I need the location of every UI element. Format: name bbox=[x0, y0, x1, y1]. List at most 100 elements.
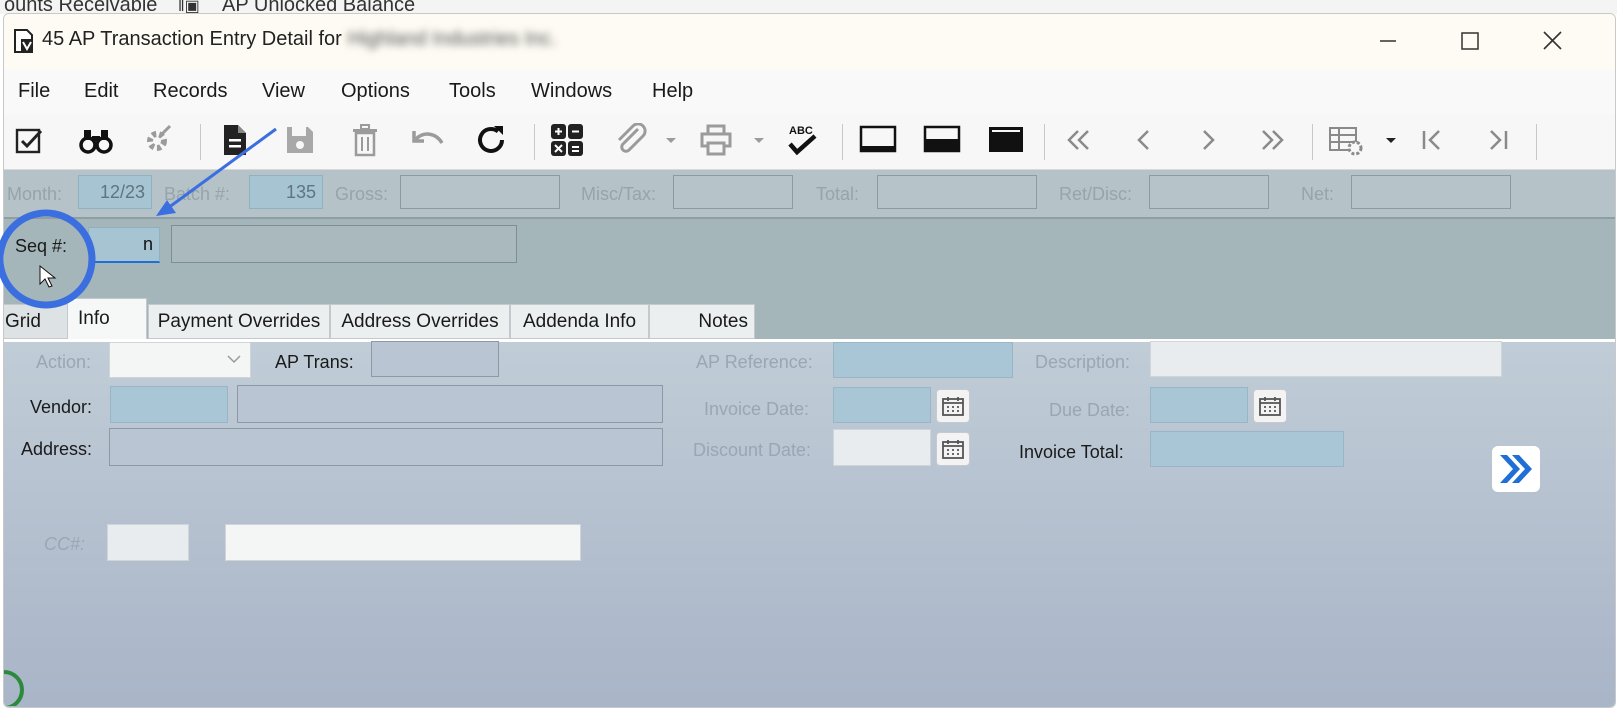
go-first-button[interactable] bbox=[1414, 122, 1450, 158]
attach-button[interactable] bbox=[613, 122, 649, 158]
menu-help[interactable]: Help bbox=[652, 80, 693, 103]
refresh-icon bbox=[478, 126, 504, 153]
batch-field[interactable]: 135 bbox=[249, 175, 323, 209]
tab-payment-overrides[interactable]: Payment Overrides bbox=[148, 304, 330, 339]
layout-top-icon bbox=[859, 125, 897, 153]
ap-trans-label: AP Trans: bbox=[275, 352, 354, 372]
seq-description-field[interactable] bbox=[171, 225, 517, 263]
vendor-label: Vendor: bbox=[30, 397, 93, 417]
toolbar-separator bbox=[1536, 124, 1537, 160]
batch-label: Batch #: bbox=[164, 184, 231, 204]
invoice-total-label: Invoice Total: bbox=[1019, 442, 1124, 462]
tab-grid[interactable]: Grid bbox=[4, 304, 68, 339]
discount-date-field[interactable] bbox=[833, 429, 931, 466]
previous-record-icon bbox=[1137, 130, 1149, 150]
background-tab-accounts-receivable[interactable]: ounts Receivable bbox=[4, 0, 157, 14]
action-dropdown[interactable] bbox=[109, 342, 251, 378]
invoice-total-field[interactable] bbox=[1150, 431, 1344, 467]
delete-button[interactable] bbox=[347, 122, 383, 158]
print-dropdown[interactable] bbox=[750, 122, 768, 158]
address-field[interactable] bbox=[109, 428, 663, 466]
save-button[interactable] bbox=[282, 122, 318, 158]
batch-header-row: Month: 12/23 Batch #: 135 Gross: Misc/Ta… bbox=[4, 170, 1615, 219]
due-date-field[interactable] bbox=[1150, 387, 1248, 423]
month-field[interactable]: 12/23 bbox=[78, 175, 152, 209]
company-name: Highland Industries Inc. bbox=[347, 28, 557, 50]
ret-disc-field[interactable] bbox=[1149, 175, 1269, 209]
print-icon bbox=[700, 124, 732, 156]
ap-trans-field[interactable] bbox=[371, 341, 499, 377]
last-record-button[interactable] bbox=[1254, 122, 1290, 158]
grid-settings-button[interactable] bbox=[1328, 122, 1364, 158]
forward-button[interactable] bbox=[1492, 446, 1540, 492]
due-date-calendar-button[interactable] bbox=[1253, 389, 1287, 423]
menu-file[interactable]: File bbox=[18, 80, 50, 103]
description-field[interactable] bbox=[1150, 341, 1502, 377]
cc-description-field[interactable] bbox=[225, 524, 581, 561]
close-button[interactable] bbox=[1534, 22, 1570, 58]
menu-edit[interactable]: Edit bbox=[84, 80, 118, 103]
ap-reference-field[interactable] bbox=[833, 342, 1013, 378]
grid-settings-dropdown[interactable] bbox=[1382, 122, 1400, 158]
vendor-field[interactable] bbox=[110, 386, 228, 423]
tab-address-overrides[interactable]: Address Overrides bbox=[330, 304, 510, 339]
total-field[interactable] bbox=[877, 175, 1037, 209]
delete-icon bbox=[353, 124, 377, 157]
chevron-down-icon bbox=[754, 138, 764, 143]
previous-record-button[interactable] bbox=[1126, 122, 1162, 158]
misc-tax-field[interactable] bbox=[673, 175, 793, 209]
seq-label: Seq #: bbox=[15, 236, 68, 256]
attach-dropdown[interactable] bbox=[662, 122, 680, 158]
new-document-button[interactable] bbox=[217, 122, 253, 158]
calendar-icon bbox=[1259, 397, 1281, 416]
calculator-button[interactable] bbox=[549, 122, 585, 158]
menu-view[interactable]: View bbox=[262, 80, 305, 103]
undo-button[interactable] bbox=[410, 122, 446, 158]
discount-date-calendar-button[interactable] bbox=[936, 432, 970, 466]
net-field[interactable] bbox=[1351, 175, 1511, 209]
go-last-button[interactable] bbox=[1480, 122, 1516, 158]
minimize-button[interactable] bbox=[1370, 22, 1406, 58]
vendor-name-field[interactable] bbox=[237, 385, 663, 423]
minimize-icon bbox=[1380, 40, 1396, 42]
calendar-icon bbox=[942, 397, 964, 416]
gross-label: Gross: bbox=[335, 184, 389, 204]
ap-transaction-window: 45 AP Transaction Entry Detail for Highla… bbox=[3, 13, 1616, 708]
menu-records[interactable]: Records bbox=[153, 80, 227, 103]
layout-top-button[interactable] bbox=[858, 122, 898, 158]
invoice-date-calendar-button[interactable] bbox=[936, 389, 970, 423]
save-icon bbox=[287, 127, 313, 153]
window-title-text: 45 AP Transaction Entry Detail for bbox=[42, 28, 342, 50]
menu-options[interactable]: Options bbox=[341, 80, 410, 103]
gear-icon bbox=[147, 124, 172, 151]
refresh-button[interactable] bbox=[473, 122, 509, 158]
layout-full-button[interactable] bbox=[986, 122, 1026, 158]
seq-field[interactable]: n bbox=[88, 227, 160, 263]
tab-notes[interactable]: Notes bbox=[649, 304, 755, 339]
status-indicator-icon bbox=[4, 670, 24, 706]
first-record-button[interactable] bbox=[1061, 122, 1097, 158]
total-label: Total: bbox=[816, 184, 860, 204]
invoice-date-field[interactable] bbox=[833, 387, 931, 423]
maximize-button[interactable] bbox=[1452, 22, 1488, 58]
find-button[interactable] bbox=[78, 122, 114, 158]
next-record-button[interactable] bbox=[1190, 122, 1226, 158]
spellcheck-button[interactable]: ABC bbox=[783, 122, 825, 158]
net-label: Net: bbox=[1301, 184, 1335, 204]
edit-check-button[interactable] bbox=[12, 122, 48, 158]
app-document-icon bbox=[14, 29, 33, 53]
print-button[interactable] bbox=[698, 122, 734, 158]
menu-tools[interactable]: Tools bbox=[449, 80, 496, 103]
misc-tax-label: Misc/Tax: bbox=[581, 184, 657, 204]
toolbar-separator bbox=[200, 124, 201, 160]
layout-middle-button[interactable] bbox=[922, 122, 962, 158]
tab-info[interactable]: Info bbox=[67, 298, 147, 339]
cc-field[interactable] bbox=[107, 524, 189, 561]
spellcheck-text: ABC bbox=[789, 125, 813, 137]
menu-windows[interactable]: Windows bbox=[531, 80, 612, 103]
settings-button[interactable] bbox=[140, 122, 176, 158]
gross-field[interactable] bbox=[400, 175, 560, 209]
tab-addenda-info[interactable]: Addenda Info bbox=[510, 304, 649, 339]
close-icon bbox=[1543, 31, 1562, 50]
background-tab-ap-unlocked[interactable]: AP Unlocked Balance bbox=[222, 0, 415, 14]
